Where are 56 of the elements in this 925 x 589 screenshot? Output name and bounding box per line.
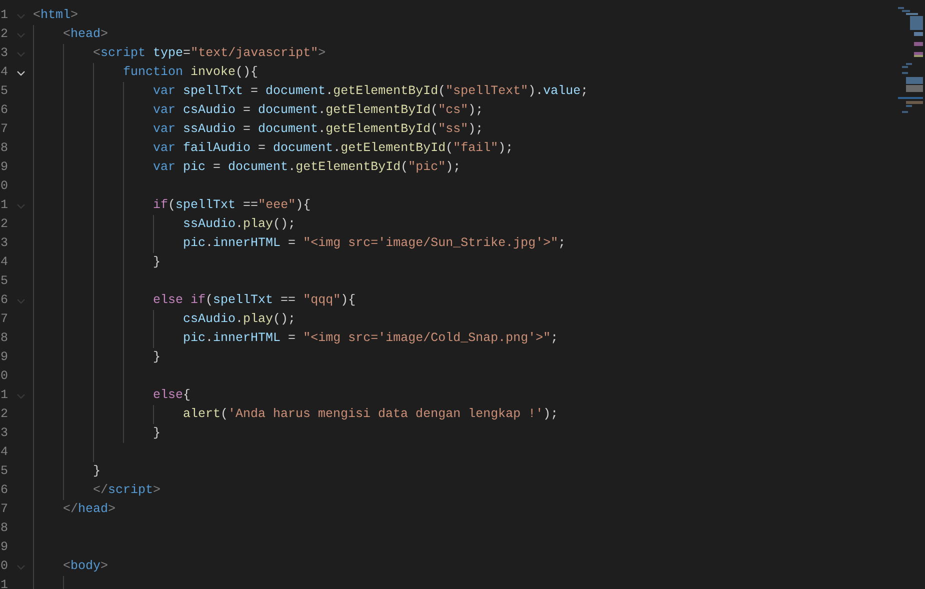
code-line: var pic = document.getElementById("pic");: [153, 159, 461, 176]
code-line: var spellTxt = document.getElementById("spellText").value;: [153, 83, 588, 100]
line-number: 3: [0, 235, 8, 252]
code-line: pic.innerHTML = "<img src='image/Sun_Strike.jpg'>";: [183, 235, 566, 252]
line-number: 3: [0, 45, 8, 62]
line-number: 7: [0, 121, 8, 138]
line-number: 6: [0, 482, 8, 499]
code-line: <head>: [63, 26, 108, 43]
line-number: 1: [0, 387, 8, 404]
code-line: var ssAudio = document.getElementById("ss");: [153, 121, 484, 138]
line-number: 5: [0, 273, 8, 290]
code-line: var csAudio = document.getElementById("cs");: [153, 102, 484, 119]
code-line: var failAudio = document.getElementById("fail");: [153, 140, 514, 157]
code-line: }: [153, 425, 161, 442]
line-number: 4: [0, 64, 8, 81]
code-line: </head>: [63, 501, 116, 518]
code-line: <html>: [33, 7, 78, 24]
line-number: 4: [0, 444, 8, 461]
code-line: csAudio.play();: [183, 311, 296, 328]
code-line: }: [93, 463, 101, 480]
line-number: 0: [0, 558, 8, 575]
code-line: else if(spellTxt == "qqq"){: [153, 292, 356, 309]
line-number: 5: [0, 463, 8, 480]
line-number: 2: [0, 216, 8, 233]
code-line: pic.innerHTML = "<img src='image/Cold_Snap.png'>";: [183, 330, 558, 347]
line-number: 4: [0, 254, 8, 271]
code-line: <script type="text/javascript">: [93, 45, 326, 62]
line-number: 9: [0, 349, 8, 366]
code-line: }: [153, 349, 161, 366]
line-number: 8: [0, 520, 8, 537]
line-number: 9: [0, 159, 8, 176]
line-number: 7: [0, 501, 8, 518]
code-line: <body>: [63, 558, 108, 575]
code-line: function invoke(){: [123, 64, 258, 81]
code-line: </script>: [93, 482, 161, 499]
line-number: 5: [0, 83, 8, 100]
minimap-drawing[interactable]: [898, 6, 923, 116]
line-number: 0: [0, 178, 8, 195]
line-number: 8: [0, 140, 8, 157]
line-number: 1: [0, 577, 8, 589]
line-number: 8: [0, 330, 8, 347]
code-line: alert('Anda harus mengisi data dengan lengkap !');: [183, 406, 558, 423]
line-number: 2: [0, 26, 8, 43]
line-number: 6: [0, 102, 8, 119]
line-number: 1: [0, 7, 8, 24]
line-number: 0: [0, 368, 8, 385]
line-number: 9: [0, 539, 8, 556]
code-line: else{: [153, 387, 191, 404]
line-number: 3: [0, 425, 8, 442]
line-number: 1: [0, 197, 8, 214]
line-number: 2: [0, 406, 8, 423]
line-number: 6: [0, 292, 8, 309]
code-line: ssAudio.play();: [183, 216, 296, 233]
code-line: if(spellTxt =="eee"){: [153, 197, 311, 214]
line-number: 7: [0, 311, 8, 328]
code-line: }: [153, 254, 161, 271]
